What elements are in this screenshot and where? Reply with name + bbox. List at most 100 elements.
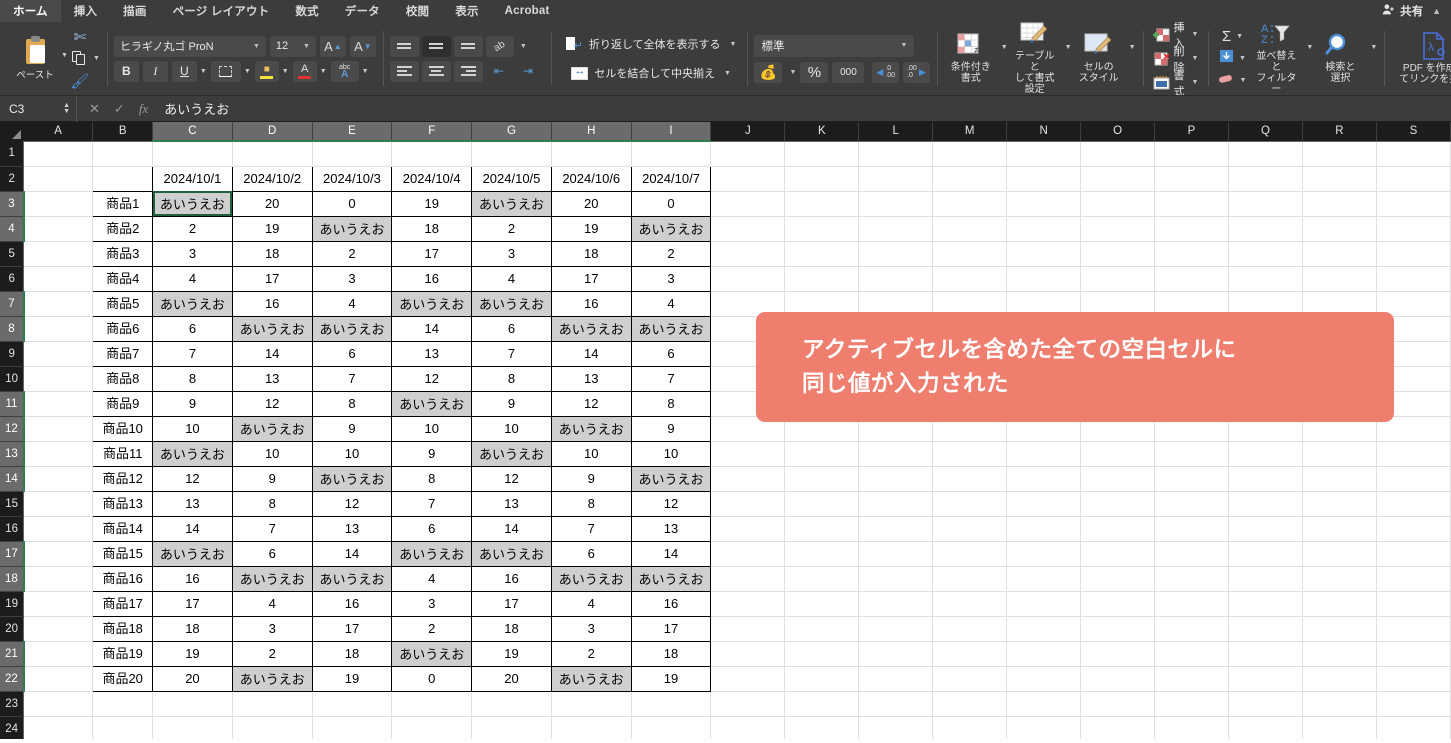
- find-select-caret[interactable]: ▼: [1370, 44, 1377, 51]
- fill-color-button[interactable]: ■: [254, 60, 279, 82]
- cell-Q4[interactable]: [1228, 216, 1303, 242]
- cell-H14[interactable]: 9: [550, 465, 632, 492]
- cell-I9[interactable]: 6: [630, 340, 712, 367]
- cell-J5[interactable]: [710, 241, 786, 267]
- align-bottom-button[interactable]: [453, 35, 483, 57]
- cell-J2[interactable]: [710, 166, 786, 192]
- cell-N19[interactable]: [1006, 591, 1082, 617]
- cell-L15[interactable]: [858, 491, 934, 517]
- cell-G5[interactable]: 3: [471, 240, 552, 267]
- cell-K1[interactable]: [784, 141, 860, 167]
- cell-P13[interactable]: [1154, 441, 1229, 467]
- cell-M24[interactable]: [932, 716, 1008, 739]
- row-header-5[interactable]: 5: [0, 241, 25, 267]
- row-header-10[interactable]: 10: [0, 366, 25, 392]
- cell-O5[interactable]: [1080, 241, 1156, 267]
- cell-M23[interactable]: [932, 691, 1008, 717]
- column-header-K[interactable]: K: [784, 122, 860, 142]
- cell-O14[interactable]: [1080, 466, 1156, 492]
- cell-A10[interactable]: [23, 366, 94, 392]
- cell-R3[interactable]: [1302, 191, 1377, 217]
- cell-C13[interactable]: あいうえお: [152, 440, 233, 467]
- cell-O3[interactable]: [1080, 191, 1156, 217]
- cell-C21[interactable]: 19: [152, 640, 233, 667]
- cell-O6[interactable]: [1080, 266, 1156, 292]
- cell-G20[interactable]: 18: [471, 615, 552, 642]
- cell-K16[interactable]: [784, 516, 860, 542]
- cell-L23[interactable]: [858, 691, 934, 717]
- cell-P5[interactable]: [1154, 241, 1229, 267]
- cell-A15[interactable]: [23, 491, 94, 517]
- cell-D2[interactable]: 2024/10/2: [231, 165, 313, 192]
- cell-F21[interactable]: あいうえお: [391, 640, 473, 667]
- cell-M17[interactable]: [932, 541, 1008, 567]
- italic-button[interactable]: I: [142, 60, 168, 82]
- cell-Q18[interactable]: [1228, 566, 1303, 592]
- cell-F8[interactable]: 14: [391, 315, 473, 342]
- ribbon-tab-1[interactable]: 挿入: [61, 0, 110, 22]
- phonetic-dropdown-caret[interactable]: ▼: [362, 68, 369, 75]
- cell-C3[interactable]: あいうえお: [152, 190, 233, 217]
- cell-R14[interactable]: [1302, 466, 1377, 492]
- cell-J3[interactable]: [710, 191, 786, 217]
- cell-P16[interactable]: [1154, 516, 1229, 542]
- cell-A22[interactable]: [23, 666, 94, 692]
- cell-H4[interactable]: 19: [550, 215, 632, 242]
- font-color-button[interactable]: A: [292, 60, 317, 82]
- cell-H17[interactable]: 6: [550, 540, 632, 567]
- fill-button[interactable]: ▼: [1215, 49, 1249, 69]
- cell-M5[interactable]: [932, 241, 1008, 267]
- cell-N17[interactable]: [1006, 541, 1082, 567]
- cell-D21[interactable]: 2: [231, 640, 313, 667]
- cell-B24[interactable]: [92, 716, 154, 739]
- cell-D8[interactable]: あいうえお: [231, 315, 313, 342]
- cell-H12[interactable]: あいうえお: [550, 415, 632, 442]
- cell-H6[interactable]: 17: [550, 265, 632, 292]
- cell-I12[interactable]: 9: [630, 415, 712, 442]
- cell-C20[interactable]: 18: [152, 615, 233, 642]
- cell-I21[interactable]: 18: [630, 640, 712, 667]
- check-icon[interactable]: ✓: [114, 101, 125, 117]
- cell-S18[interactable]: [1376, 566, 1451, 592]
- formula-input[interactable]: あいうえお: [160, 99, 1451, 118]
- cell-Q16[interactable]: [1228, 516, 1303, 542]
- cell-M18[interactable]: [932, 566, 1008, 592]
- clear-button[interactable]: ▼: [1215, 71, 1249, 91]
- cell-A4[interactable]: [23, 216, 94, 242]
- cell-S15[interactable]: [1376, 491, 1451, 517]
- cell-G9[interactable]: 7: [471, 340, 552, 367]
- cell-C8[interactable]: 6: [152, 315, 233, 342]
- cell-K5[interactable]: [784, 241, 860, 267]
- cell-S2[interactable]: [1376, 166, 1451, 192]
- cell-F11[interactable]: あいうえお: [391, 390, 473, 417]
- cell-styles-caret[interactable]: ▼: [1129, 44, 1136, 51]
- ribbon-tab-0[interactable]: ホーム: [0, 0, 61, 22]
- cell-D10[interactable]: 13: [231, 365, 313, 392]
- cell-B3[interactable]: 商品1: [92, 190, 154, 217]
- cell-R18[interactable]: [1302, 566, 1377, 592]
- cell-G21[interactable]: 19: [471, 640, 552, 667]
- cell-K14[interactable]: [784, 466, 860, 492]
- find-select-button[interactable]: 検索と 選択: [1313, 31, 1367, 86]
- cell-D18[interactable]: あいうえお: [231, 565, 313, 592]
- cell-D19[interactable]: 4: [231, 590, 313, 617]
- cell-I3[interactable]: 0: [630, 190, 712, 217]
- conditional-formatting-caret[interactable]: ▼: [1001, 44, 1008, 51]
- wrap-text-button[interactable]: ↵ 折り返して全体を表示する ▼: [562, 32, 741, 56]
- cell-R1[interactable]: [1302, 141, 1377, 167]
- cell-H13[interactable]: 10: [550, 440, 632, 467]
- row-header-19[interactable]: 19: [0, 591, 25, 617]
- cell-M21[interactable]: [932, 641, 1008, 667]
- cell-C7[interactable]: あいうえお: [152, 290, 233, 317]
- cell-A24[interactable]: [23, 716, 94, 739]
- cell-F15[interactable]: 7: [391, 490, 473, 517]
- cell-J16[interactable]: [710, 516, 786, 542]
- cell-N5[interactable]: [1006, 241, 1082, 267]
- cell-I13[interactable]: 10: [630, 440, 712, 467]
- cell-O18[interactable]: [1080, 566, 1156, 592]
- cell-F3[interactable]: 19: [391, 190, 473, 217]
- increase-font-size-button[interactable]: A ▲: [319, 35, 346, 57]
- cell-O17[interactable]: [1080, 541, 1156, 567]
- cell-A11[interactable]: [23, 391, 94, 417]
- cell-B13[interactable]: 商品11: [92, 440, 154, 467]
